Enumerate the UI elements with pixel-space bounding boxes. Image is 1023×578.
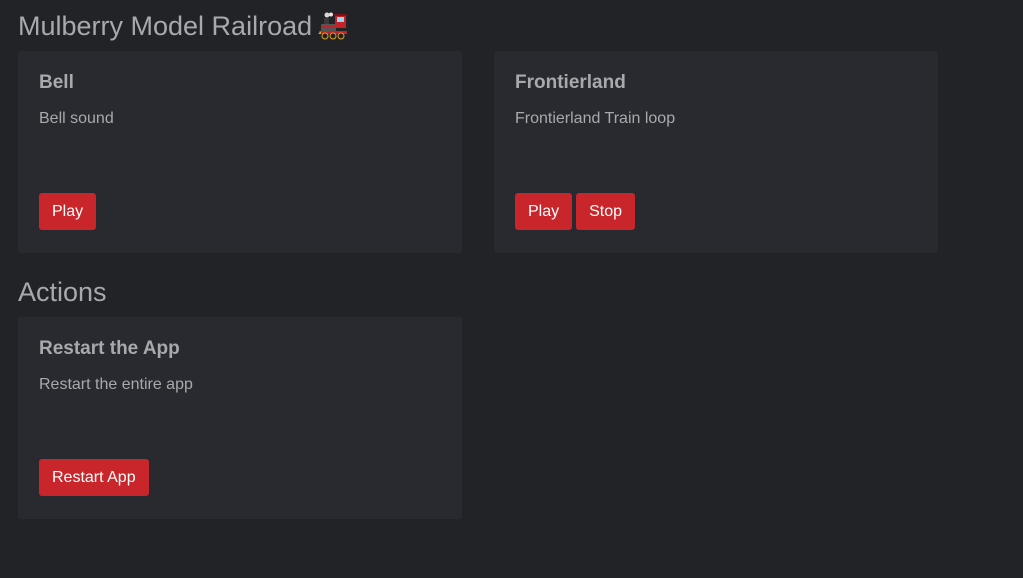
button-row: Restart App: [39, 459, 149, 496]
sound-card-frontierland: Frontierland Frontierland Train loop Pla…: [494, 51, 938, 253]
card-description: Restart the entire app: [39, 376, 193, 393]
frontierland-stop-button[interactable]: Stop: [576, 193, 636, 230]
sound-card-bell: Bell Bell sound Play: [18, 51, 462, 253]
frontierland-play-button[interactable]: Play: [515, 193, 573, 230]
locomotive-icon: [318, 12, 348, 40]
card-description: Frontierland Train loop: [515, 110, 676, 127]
card-title: Bell: [39, 72, 74, 93]
restart-app-button[interactable]: Restart App: [39, 459, 149, 496]
card-title: Frontierland: [515, 72, 626, 93]
button-row: Play: [39, 193, 97, 230]
page-title-text: Mulberry Model Railroad: [18, 11, 313, 41]
page: Mulberry Model Railroad Bell Bell sound …: [0, 0, 1023, 578]
action-card-restart: Restart the App Restart the entire app R…: [18, 317, 462, 519]
button-row: Play Stop: [515, 193, 636, 230]
actions-heading: Actions: [18, 277, 107, 307]
card-title: Restart the App: [39, 338, 180, 359]
bell-play-button[interactable]: Play: [39, 193, 97, 230]
card-description: Bell sound: [39, 110, 114, 127]
page-title: Mulberry Model Railroad: [18, 8, 348, 44]
